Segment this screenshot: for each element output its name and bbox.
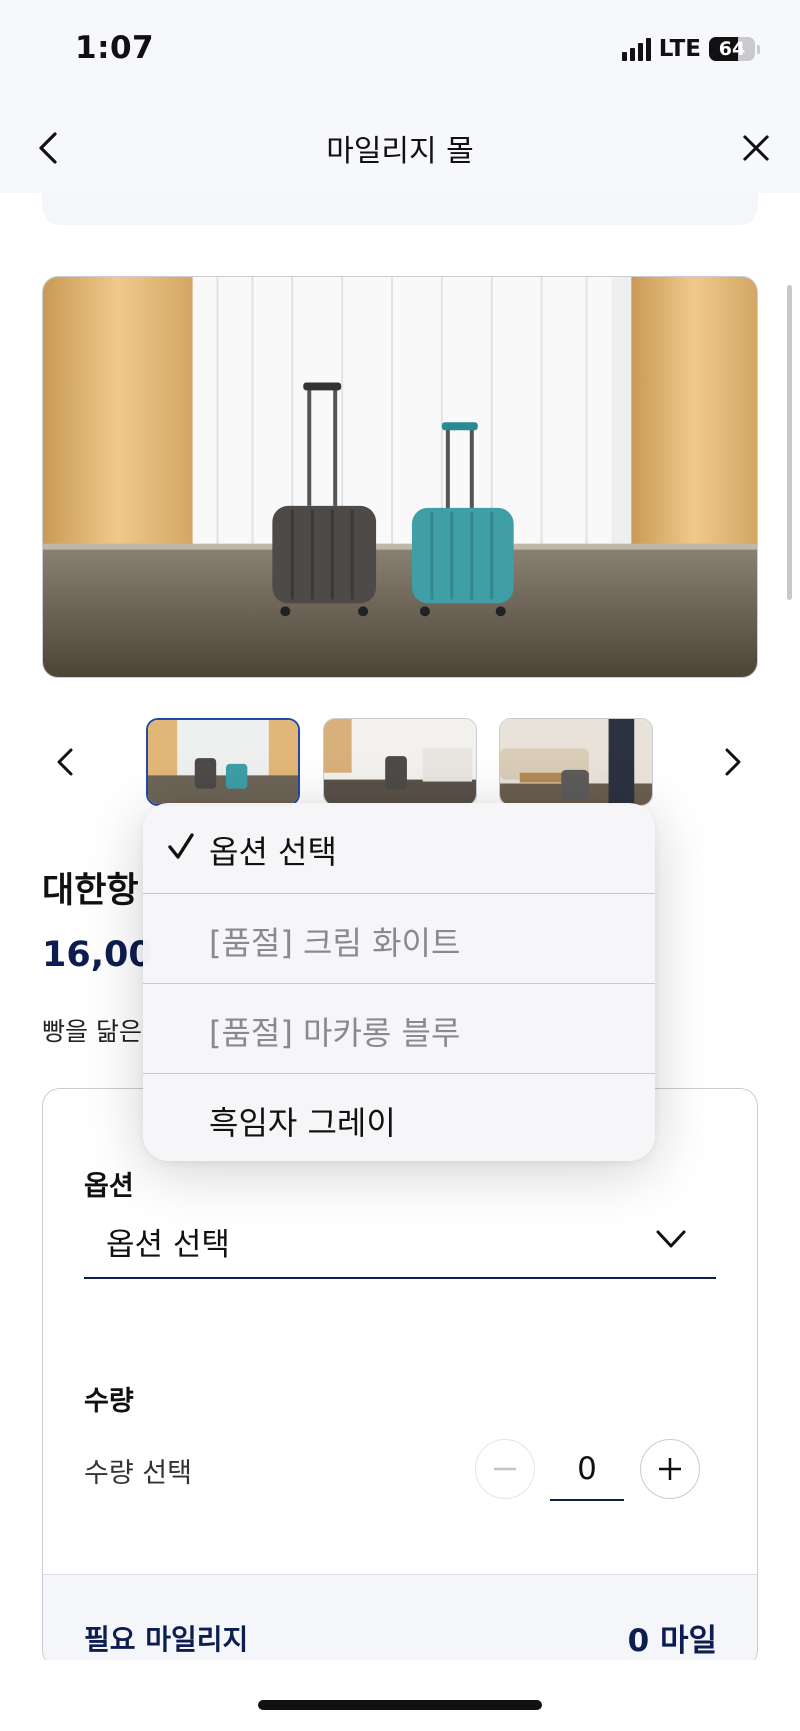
quantity-decrease-button[interactable] <box>475 1439 535 1499</box>
thumbnail-next-button[interactable] <box>718 742 748 782</box>
quantity-label: 수량 <box>84 1386 134 1417</box>
top-strip <box>42 193 758 225</box>
product-main-image[interactable] <box>42 276 758 678</box>
quantity-increase-button[interactable] <box>640 1439 700 1499</box>
dropdown-item-label: 옵션 선택 <box>209 833 337 871</box>
home-indicator[interactable] <box>258 1700 542 1710</box>
product-price: 16,00 <box>42 935 153 975</box>
page-title: 마일리지 몰 <box>326 134 474 169</box>
quantity-sub-label: 수량 선택 <box>84 1458 192 1489</box>
thumbnail-3[interactable] <box>499 718 653 806</box>
dropdown-item-select-option[interactable]: 옵션 선택 <box>143 803 655 893</box>
checkmark-icon <box>168 833 194 859</box>
status-indicators: LTE 64 <box>621 36 760 62</box>
battery-tip <box>757 44 760 54</box>
thumbnail-prev-button[interactable] <box>50 742 80 782</box>
chevron-down-icon <box>656 1230 686 1248</box>
minus-icon <box>494 1467 516 1471</box>
product-title: 대한항 <box>42 871 139 911</box>
required-mileage-value: 0 마일 <box>627 1623 717 1659</box>
option-select-value: 옵션 선택 <box>106 1227 230 1263</box>
dropdown-item-cream-white[interactable]: [품절] 크림 화이트 <box>143 893 655 983</box>
close-icon <box>742 134 770 162</box>
quantity-input[interactable]: 0 <box>550 1439 624 1501</box>
required-mileage-label: 필요 마일리지 <box>84 1623 249 1656</box>
nav-bar: 마일리지 몰 <box>0 100 800 193</box>
plus-icon <box>659 1458 681 1480</box>
dropdown-item-label: [품절] 마카롱 블루 <box>209 1014 461 1052</box>
required-mileage-box: 필요 마일리지 0 마일 <box>43 1574 757 1667</box>
status-bar: 1:07 LTE 64 <box>0 0 800 100</box>
option-label: 옵션 <box>84 1171 134 1202</box>
chevron-right-icon <box>725 748 741 776</box>
option-dropdown-menu: 옵션 선택 [품절] 크림 화이트 [품절] 마카롱 블루 흑임자 그레이 <box>143 803 655 1161</box>
battery-level: 64 <box>718 38 746 60</box>
option-select[interactable]: 옵션 선택 <box>84 1199 716 1279</box>
status-time: 1:07 <box>75 30 155 66</box>
dropdown-item-label: 흑임자 그레이 <box>209 1104 396 1142</box>
signal-icon <box>621 37 651 61</box>
scroll-indicator[interactable] <box>787 285 792 600</box>
battery-icon: 64 <box>709 37 755 61</box>
product-description: 빵을 닮은 <box>42 1017 142 1046</box>
option-card: 옵션 옵션 선택 수량 수량 선택 0 필요 마일리지 0 마일 <box>42 1088 758 1668</box>
dropdown-item-macaron-blue[interactable]: [품절] 마카롱 블루 <box>143 983 655 1073</box>
thumbnail-1[interactable] <box>146 718 300 806</box>
network-label: LTE <box>658 36 701 62</box>
thumbnail-2[interactable] <box>323 718 477 806</box>
dropdown-item-label: [품절] 크림 화이트 <box>209 924 461 962</box>
dropdown-item-black-sesame-gray[interactable]: 흑임자 그레이 <box>143 1073 655 1161</box>
bottom-area <box>0 1660 800 1731</box>
close-button[interactable] <box>734 126 778 170</box>
chevron-left-icon <box>57 748 73 776</box>
